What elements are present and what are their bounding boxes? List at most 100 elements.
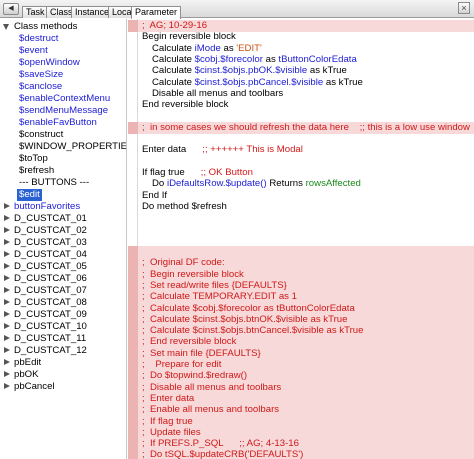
code-line-comment[interactable]: ; Enable all menus and toolbars — [128, 404, 474, 417]
tab-parameter[interactable]: Parameter — [131, 6, 182, 19]
code-text: ; Enter data — [142, 393, 194, 405]
tree-group[interactable]: D_CUSTCAT_03 — [0, 237, 126, 249]
tree-group[interactable]: D_CUSTCAT_06 — [0, 273, 126, 285]
disclosure-closed-icon[interactable] — [4, 311, 10, 317]
code-line[interactable] — [128, 156, 474, 168]
tree-method-item[interactable]: $enableContextMenu — [0, 93, 126, 105]
code-line[interactable]: Enter data ;; ++++++ This is Modal — [128, 144, 474, 156]
tree-group[interactable]: pbCancel — [0, 381, 126, 393]
disclosure-closed-icon[interactable] — [4, 359, 10, 365]
disclosure-closed-icon[interactable] — [4, 239, 10, 245]
tree-group[interactable]: D_CUSTCAT_02 — [0, 225, 126, 237]
code-line-comment[interactable]: ; Calculate $cobj.$forecolor as tButtonC… — [128, 302, 474, 315]
code-line[interactable]: Calculate $cinst.$objs.pbOK.$visible as … — [128, 65, 474, 77]
code-line-comment[interactable]: ; Do $topwind.$redraw() — [128, 370, 474, 383]
code-line-comment[interactable]: ; Calculate $cinst.$objs.btnCancel.$visi… — [128, 325, 474, 338]
disclosure-closed-icon[interactable] — [4, 335, 10, 341]
tree-method-item[interactable]: $toTop — [0, 153, 126, 165]
tree-group[interactable]: pbEdit — [0, 357, 126, 369]
tree-method-item[interactable]: $saveSize — [0, 69, 126, 81]
tree-method-item[interactable]: $enableFavButton — [0, 117, 126, 129]
code-line[interactable]: Calculate $cinst.$objs.pbCancel.$visible… — [128, 77, 474, 89]
code-line[interactable]: End If — [128, 190, 474, 202]
code-line[interactable]: Do iDefaultsRow.$update() Returns rowsAf… — [128, 178, 474, 190]
code-line-comment[interactable]: ; Do tSQL.$updateCRB('DEFAULTS') — [128, 449, 474, 459]
code-line-comment[interactable] — [128, 246, 474, 258]
disclosure-closed-icon[interactable] — [4, 383, 10, 389]
code-line-comment[interactable]: ; Original DF code: — [128, 257, 474, 270]
tree-group[interactable]: Class methods — [0, 21, 126, 33]
tree-group[interactable]: D_CUSTCAT_07 — [0, 285, 126, 297]
code-line-comment[interactable]: ; Begin reversible block — [128, 268, 474, 281]
code-line-comment[interactable]: ; Calculate TEMPORARY.EDIT as 1 — [128, 291, 474, 304]
tree-group[interactable]: D_CUSTCAT_09 — [0, 309, 126, 321]
disclosure-closed-icon[interactable] — [4, 203, 10, 209]
code-line-comment[interactable]: ; End reversible block — [128, 336, 474, 349]
tree-method-item[interactable]: $openWindow — [0, 57, 126, 69]
code-line[interactable]: Begin reversible block — [128, 31, 474, 43]
code-line-comment[interactable]: ; Disable all menus and toolbars — [128, 381, 474, 394]
disclosure-closed-icon[interactable] — [4, 215, 10, 221]
disclosure-closed-icon[interactable] — [4, 263, 10, 269]
tree-group[interactable]: D_CUSTCAT_08 — [0, 297, 126, 309]
code-line-comment[interactable]: ; Prepare for edit — [128, 359, 474, 371]
tree-group[interactable]: buttonFavorites — [0, 201, 126, 213]
tree-group[interactable]: pbOK — [0, 369, 126, 381]
code-line[interactable]: If flag true ;; OK Button — [128, 167, 474, 179]
tree-method-item[interactable]: $event — [0, 45, 126, 57]
code-line-comment[interactable]: ; If PREFS.P_SQL ;; AG; 4-13-16 — [128, 438, 474, 451]
tree-method-item[interactable]: $canclose — [0, 81, 126, 93]
code-line[interactable] — [128, 133, 474, 145]
tree-method-item[interactable]: --- BUTTONS --- — [0, 177, 126, 189]
tree-method-item[interactable]: $edit — [0, 189, 126, 201]
code-line[interactable] — [128, 235, 474, 247]
tree-method-item[interactable]: $destruct — [0, 33, 126, 45]
line-marker — [128, 325, 138, 338]
disclosure-closed-icon[interactable] — [4, 371, 10, 377]
code-line[interactable]: Calculate iMode as 'EDIT' — [128, 43, 474, 55]
tab-scroll-left-button[interactable]: ◀ — [3, 3, 19, 15]
tree-group[interactable]: D_CUSTCAT_12 — [0, 345, 126, 357]
tree-group[interactable]: D_CUSTCAT_10 — [0, 321, 126, 333]
code-line-comment[interactable]: ; in some cases we should refresh the da… — [128, 121, 474, 134]
disclosure-closed-icon[interactable] — [4, 251, 10, 257]
code-line-comment[interactable]: ; Set read/write files {DEFAULTS} — [128, 279, 474, 292]
disclosure-closed-icon[interactable] — [4, 227, 10, 233]
line-marker — [128, 279, 138, 292]
code-line[interactable]: Calculate $cobj.$forecolor as tButtonCol… — [128, 54, 474, 66]
close-icon[interactable]: × — [458, 2, 470, 14]
tree-group[interactable]: D_CUSTCAT_01 — [0, 213, 126, 225]
disclosure-closed-icon[interactable] — [4, 323, 10, 329]
tab-task[interactable]: Task — [22, 6, 49, 18]
code-line-comment[interactable]: ; Set main file {DEFAULTS} — [128, 347, 474, 360]
code-line-comment[interactable]: ; Enter data — [128, 392, 474, 405]
disclosure-open-icon[interactable] — [3, 24, 9, 30]
code-line-comment[interactable]: ; Update files — [128, 426, 474, 439]
code-line[interactable]: End reversible block — [128, 99, 474, 111]
disclosure-closed-icon[interactable] — [4, 287, 10, 293]
tree-method-item[interactable]: $WINDOW_PROPERTIES — [0, 141, 126, 153]
tree-method-item[interactable]: $sendMenuMessage — [0, 105, 126, 117]
tree-group[interactable]: D_CUSTCAT_11 — [0, 333, 126, 345]
tree-method-item[interactable]: $refresh — [0, 165, 126, 177]
disclosure-closed-icon[interactable] — [4, 275, 10, 281]
code-line[interactable] — [128, 110, 474, 122]
tree-group[interactable]: D_CUSTCAT_04 — [0, 249, 126, 261]
tree-item-label: D_CUSTCAT_06 — [14, 273, 87, 284]
code-line[interactable] — [128, 212, 474, 224]
code-editor[interactable]: ; AG; 10-29-16 Begin reversible block Calc… — [128, 19, 474, 459]
tree-method-item[interactable]: $construct — [0, 129, 126, 141]
tab-instance[interactable]: Instance — [71, 6, 114, 18]
tree-group[interactable]: D_CUSTCAT_05 — [0, 261, 126, 273]
code-line-comment[interactable]: ; If flag true — [128, 415, 474, 428]
code-line[interactable] — [128, 223, 474, 235]
code-line-comment[interactable]: ; Calculate $cinst.$objs.btnOK.$visible … — [128, 313, 474, 326]
disclosure-closed-icon[interactable] — [4, 347, 10, 353]
code-line[interactable]: Disable all menus and toolbars — [128, 88, 474, 100]
code-text: End reversible block — [142, 99, 228, 111]
code-line-comment[interactable]: ; AG; 10-29-16 — [128, 20, 474, 32]
tree-item-label: $canclose — [19, 81, 63, 92]
code-line[interactable]: Do method $refresh — [128, 201, 474, 213]
disclosure-closed-icon[interactable] — [4, 299, 10, 305]
code-text: End If — [142, 190, 167, 202]
